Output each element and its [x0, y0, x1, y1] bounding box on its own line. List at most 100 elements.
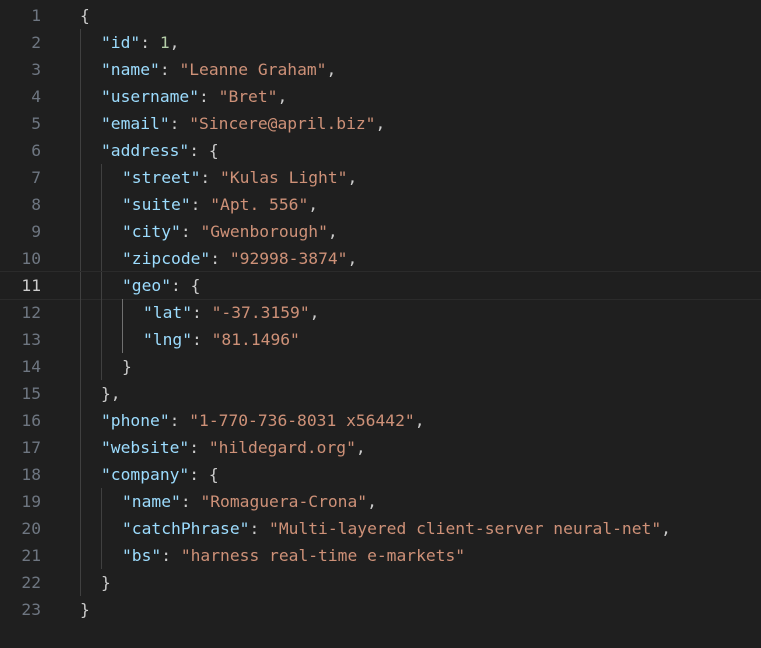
line-number: 6 — [31, 141, 41, 160]
indent-guide — [80, 515, 81, 542]
code-content: } — [101, 569, 111, 596]
json-punctuation: : — [199, 87, 219, 106]
code-line[interactable]: 14} — [0, 353, 761, 380]
code-line[interactable]: 2 "id": 1, — [0, 29, 761, 56]
json-punctuation: , — [169, 33, 180, 52]
json-key: "name" — [101, 60, 160, 79]
code-content: "geo": { — [122, 272, 200, 299]
code-content: "email": "Sincere@april.biz", — [101, 110, 385, 137]
code-line[interactable]: 20 "catchPhrase": "Multi-layered client-s… — [0, 515, 761, 542]
code-line[interactable]: 13 "lng": "81.1496" — [0, 326, 761, 353]
code-line[interactable]: 7 "street": "Kulas Light", — [0, 164, 761, 191]
code-content: } — [122, 353, 132, 380]
json-string: "Multi-layered client-server neural-net" — [269, 519, 662, 538]
json-key: "zipcode" — [122, 249, 211, 268]
indent-guide — [101, 299, 102, 326]
json-punctuation: : — [192, 330, 212, 349]
json-key: "city" — [122, 222, 181, 241]
code-line[interactable]: 18 "company": { — [0, 461, 761, 488]
indent-guide — [101, 515, 102, 542]
code-content: "lat": "-37.3159", — [143, 299, 319, 326]
code-content: "street": "Kulas Light", — [122, 164, 357, 191]
json-punctuation: , — [375, 114, 386, 133]
line-number: 21 — [21, 546, 41, 565]
json-punctuation: : — [180, 492, 201, 511]
code-line[interactable]: 5 "email": "Sincere@april.biz", — [0, 110, 761, 137]
json-number: 1 — [159, 33, 170, 52]
indent-guide — [101, 245, 102, 272]
code-line[interactable]: 11 "geo": { — [0, 271, 761, 300]
indent-guide — [80, 56, 81, 83]
code-line[interactable]: 9 "city": "Gwenborough", — [0, 218, 761, 245]
code-content: "catchPhrase": "Multi-layered client-ser… — [122, 515, 671, 542]
code-line[interactable]: 22} — [0, 569, 761, 596]
code-line[interactable]: 15}, — [0, 380, 761, 407]
line-number: 15 — [21, 384, 41, 403]
json-punctuation: , — [277, 87, 288, 106]
indent-guide — [80, 218, 81, 245]
line-number: 18 — [21, 465, 41, 484]
code-line[interactable]: 19 "name": "Romaguera-Crona", — [0, 488, 761, 515]
indent-guide — [101, 272, 102, 299]
indent-guide — [122, 299, 123, 326]
json-punctuation: , — [327, 222, 338, 241]
line-number: 9 — [31, 222, 41, 241]
code-content: "id": 1, — [101, 29, 179, 56]
json-key: "lat" — [143, 303, 193, 322]
json-punctuation: }, — [101, 384, 121, 403]
code-content: "city": "Gwenborough", — [122, 218, 338, 245]
code-content: "lng": "81.1496" — [143, 326, 300, 353]
code-line[interactable]: 17 "website": "hildegard.org", — [0, 434, 761, 461]
line-number: 23 — [21, 600, 41, 619]
indent-guide — [101, 191, 102, 218]
json-key: "street" — [122, 168, 201, 187]
line-number: 13 — [21, 330, 41, 349]
json-key: "email" — [101, 114, 170, 133]
json-key: "geo" — [122, 276, 172, 295]
line-number: 19 — [21, 492, 41, 511]
json-string: "Bret" — [218, 87, 278, 106]
line-number: 7 — [31, 168, 41, 187]
indent-guide — [101, 353, 102, 380]
indent-guide — [101, 326, 102, 353]
indent-guide — [80, 407, 81, 434]
json-punctuation: : — [249, 519, 270, 538]
code-line[interactable]: 23} — [0, 596, 761, 623]
json-string: "harness real-time e-markets" — [180, 546, 466, 565]
code-line[interactable]: 6 "address": { — [0, 137, 761, 164]
json-string: "81.1496" — [211, 330, 300, 349]
json-punctuation: : — [169, 114, 190, 133]
json-punctuation: { — [80, 6, 90, 25]
code-line[interactable]: 10 "zipcode": "92998-3874", — [0, 245, 761, 272]
json-punctuation: , — [414, 411, 425, 430]
json-punctuation: : — [161, 546, 181, 565]
indent-guide — [80, 353, 81, 380]
code-content: "zipcode": "92998-3874", — [122, 245, 357, 272]
json-punctuation: } — [122, 357, 132, 376]
code-line[interactable]: 21 "bs": "harness real-time e-markets" — [0, 542, 761, 569]
json-punctuation: , — [661, 519, 671, 538]
indent-guide — [80, 299, 81, 326]
indent-guide — [101, 218, 102, 245]
json-string: "Leanne Graham" — [179, 60, 327, 79]
line-number: 4 — [31, 87, 41, 106]
code-line[interactable]: 1{ — [0, 2, 761, 29]
json-key: "bs" — [122, 546, 162, 565]
code-line[interactable]: 8 "suite": "Apt. 556", — [0, 191, 761, 218]
line-number: 1 — [31, 6, 41, 25]
code-line[interactable]: 3 "name": "Leanne Graham", — [0, 56, 761, 83]
json-punctuation: : — [180, 222, 201, 241]
code-editor[interactable]: 1{2 "id": 1, 3 "name": "Leanne Graham", 4 "us… — [0, 0, 761, 648]
line-number: 5 — [31, 114, 41, 133]
json-key: "website" — [101, 438, 190, 457]
code-line[interactable]: 16 "phone": "1-770-736-8031 x56442", — [0, 407, 761, 434]
indent-guide — [80, 83, 81, 110]
json-key: "phone" — [101, 411, 170, 430]
line-number: 17 — [21, 438, 41, 457]
indent-guide — [80, 29, 81, 56]
line-number: 3 — [31, 60, 41, 79]
code-line[interactable]: 12 "lat": "-37.3159", — [0, 299, 761, 326]
json-key: "company" — [101, 465, 190, 484]
code-content: "website": "hildegard.org", — [101, 434, 366, 461]
code-line[interactable]: 4 "username": "Bret", — [0, 83, 761, 110]
